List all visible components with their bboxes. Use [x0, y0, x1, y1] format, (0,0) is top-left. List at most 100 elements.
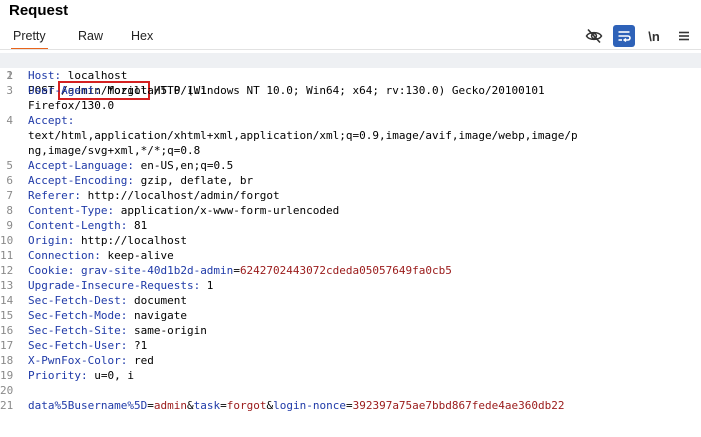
header-name: X-PwnFox-Color: [28, 354, 128, 367]
header-name: Sec-Fetch-Site: [28, 324, 128, 337]
header-name: Sec-Fetch-User: [28, 339, 128, 352]
line-number: 4 [6, 114, 13, 127]
newline-label: \n [648, 28, 660, 44]
header-value: http://localhost/admin/forgot [80, 189, 280, 202]
line-number: 21 [0, 399, 14, 412]
header-value: en-US,en;q=0.5 [133, 159, 234, 172]
tab-raw[interactable]: Raw [78, 24, 103, 48]
line-number: 14 [0, 294, 14, 307]
pretty-print-toggle[interactable] [613, 25, 635, 47]
header-value: localhost [61, 69, 128, 82]
header-name: Connection: [28, 249, 101, 262]
tab-hex[interactable]: Hex [131, 24, 153, 48]
line-number: 16 [0, 324, 14, 337]
line-number: 6 [6, 174, 13, 187]
header-value: 1 [200, 279, 214, 292]
param-value: forgot [226, 399, 267, 412]
header-line: 4 Accept: [0, 113, 701, 128]
hide-non-printable-button[interactable] [583, 25, 605, 47]
header-line: 7 Referer: http://localhost/admin/forgot [0, 188, 701, 203]
menu-button[interactable] [673, 25, 695, 47]
header-name: Sec-Fetch-Dest: [28, 294, 128, 307]
header-value: document [127, 294, 187, 307]
cookie-name: grav-site-40d1b2d-admin [74, 264, 234, 277]
param-equals: = [345, 399, 353, 412]
line-number: 13 [0, 279, 14, 292]
line-number: 18 [0, 354, 14, 367]
header-name: Host: [28, 69, 62, 82]
header-value: u=0, i [87, 369, 134, 382]
param-equals: = [147, 399, 154, 412]
line-number: 8 [6, 204, 13, 217]
header-name: Content-Type: [28, 204, 115, 217]
header-value: Mozilla/5.0 (Windows NT 10.0; Win64; x64… [100, 84, 545, 97]
param-value: admin [153, 399, 187, 412]
header-name: Content-Length: [28, 219, 128, 232]
panel-title: Request [9, 2, 69, 19]
show-newlines-button[interactable]: \n [643, 25, 665, 47]
header-name: Referer: [28, 189, 81, 202]
header-line: 15 Sec-Fetch-Mode: navigate [0, 308, 701, 323]
line-number: 3 [6, 84, 13, 97]
header-line-wrap: text/html,application/xhtml+xml,applicat… [0, 128, 701, 143]
body-line: 21 data%5Busername%5D=admin&task=forgot&l… [0, 398, 701, 413]
header-name: Cookie: [28, 264, 75, 277]
header-line: 18 X-PwnFox-Color: red [0, 353, 701, 368]
eye-slash-icon [585, 28, 603, 44]
line-number: 5 [6, 159, 13, 172]
header-name: Upgrade-Insecure-Requests: [28, 279, 201, 292]
line-number: 7 [6, 189, 13, 202]
header-line: 16 Sec-Fetch-Site: same-origin [0, 323, 701, 338]
header-line: 17 Sec-Fetch-User: ?1 [0, 338, 701, 353]
tab-divider [0, 49, 701, 50]
header-name: Origin: [28, 234, 75, 247]
header-value: keep-alive [100, 249, 174, 262]
hamburger-menu-icon [679, 31, 689, 41]
cookie-line: 12 Cookie: grav-site-40d1b2d-admin=624270… [0, 263, 701, 278]
line-number: 9 [6, 219, 13, 232]
tab-pretty[interactable]: Pretty [11, 24, 48, 50]
header-name: Accept-Encoding: [28, 174, 134, 187]
line-number: 15 [0, 309, 14, 322]
header-value: red [127, 354, 154, 367]
header-line: 6 Accept-Encoding: gzip, deflate, br [0, 173, 701, 188]
header-value: Firefox/130.0 [28, 99, 115, 112]
header-line: 14 Sec-Fetch-Dest: document [0, 293, 701, 308]
header-line: 13 Upgrade-Insecure-Requests: 1 [0, 278, 701, 293]
header-line: 8 Content-Type: application/x-www-form-ur… [0, 203, 701, 218]
line-number: 19 [0, 369, 14, 382]
header-line: 5 Accept-Language: en-US,en;q=0.5 [0, 158, 701, 173]
line-number: 2 [6, 69, 13, 82]
line-number: 11 [0, 249, 14, 262]
blank-line: 20 [0, 383, 701, 398]
header-line: 9 Content-Length: 81 [0, 218, 701, 233]
request-line: 1 POST /admin/forgot HTTP/1.1 [0, 53, 701, 100]
header-line: 11 Connection: keep-alive [0, 248, 701, 263]
header-value: same-origin [127, 324, 207, 337]
request-editor[interactable]: 1 POST /admin/forgot HTTP/1.1 2 Host: loc… [0, 53, 701, 413]
line-number: 10 [0, 234, 14, 247]
cookie-value: 6242702443072cdeda05057649fa0cb5 [239, 264, 452, 277]
param-name: data%5Busername%5D [28, 399, 148, 412]
header-value: http://localhost [74, 234, 187, 247]
header-value: text/html,application/xhtml+xml,applicat… [28, 129, 578, 142]
param-name: login-nonce [273, 399, 346, 412]
param-equals: = [220, 399, 227, 412]
param-separator: & [186, 399, 194, 412]
header-name: User-Agent: [28, 84, 101, 97]
header-line: 19 Priority: u=0, i [0, 368, 701, 383]
header-line: 3 User-Agent: Mozilla/5.0 (Windows NT 10.… [0, 83, 701, 98]
editor-toolbar: \n [575, 24, 695, 48]
header-name: Accept: [28, 114, 75, 127]
header-name: Accept-Language: [28, 159, 134, 172]
text-wrap-icon [618, 31, 631, 43]
header-value: ?1 [127, 339, 148, 352]
header-line: 2 Host: localhost [0, 68, 701, 83]
header-name: Sec-Fetch-Mode: [28, 309, 128, 322]
header-value: navigate [127, 309, 187, 322]
param-name: task [193, 399, 221, 412]
header-value: application/x-www-form-urlencoded [114, 204, 340, 217]
header-name: Priority: [28, 369, 88, 382]
header-line: 10 Origin: http://localhost [0, 233, 701, 248]
cookie-equals: = [233, 264, 240, 277]
